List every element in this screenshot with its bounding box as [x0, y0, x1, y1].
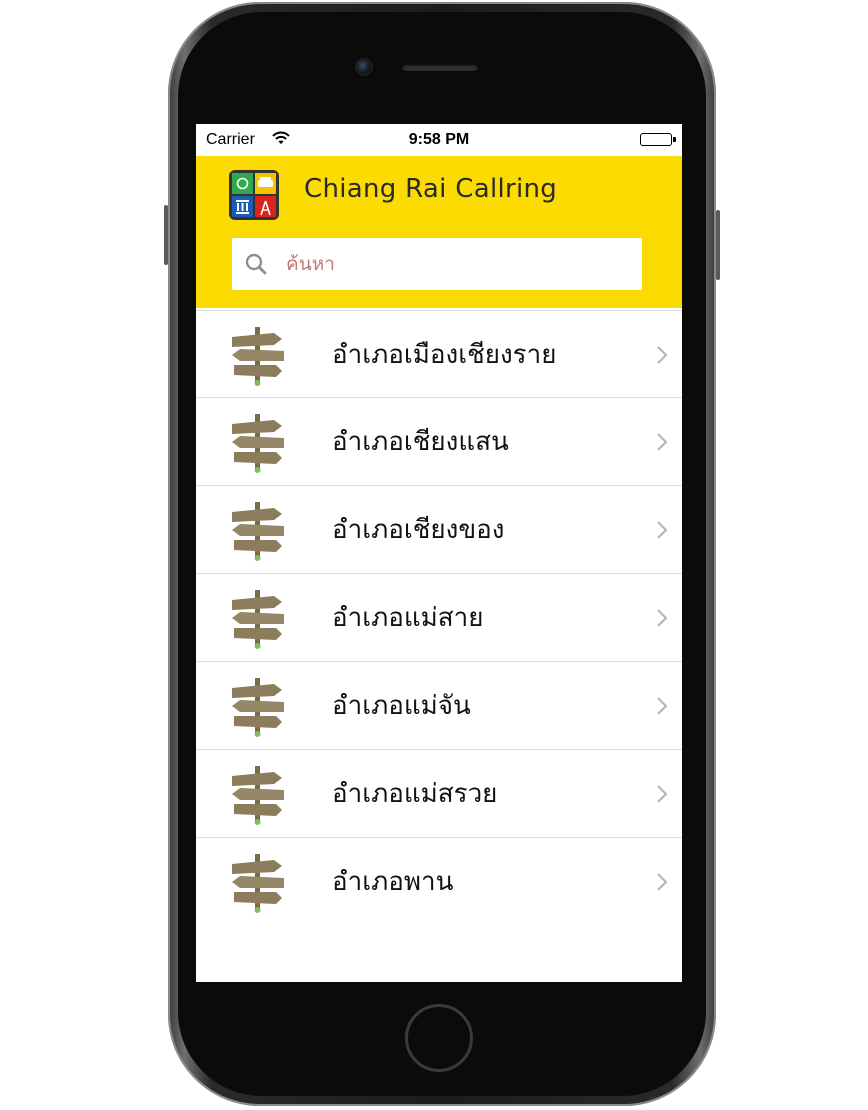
- list-item-district-6[interactable]: อำเภอแม่สรวย: [196, 750, 682, 838]
- earpiece-speaker: [402, 64, 478, 71]
- signpost-icon: [232, 678, 284, 737]
- chevron-right-icon: [657, 697, 668, 715]
- signpost-icon: [232, 502, 284, 561]
- signpost-icon: [232, 854, 284, 913]
- app-title: Chiang Rai Callring: [304, 174, 558, 204]
- signpost-icon: [232, 766, 284, 825]
- battery-icon: [640, 133, 676, 146]
- chevron-right-icon: [657, 609, 668, 627]
- app-screen: Carrier 9:58 PM Chiang Rai Callring ค้นห…: [196, 124, 682, 982]
- search-bar[interactable]: [232, 238, 642, 290]
- power-button: [716, 210, 720, 280]
- district-label: อำเภอเมืองเชียงราย: [332, 340, 557, 370]
- chevron-right-icon: [657, 785, 668, 803]
- district-label: อำเภอแม่สาย: [332, 603, 484, 633]
- search-icon: [245, 253, 267, 275]
- district-label: อำเภอเชียงของ: [332, 515, 505, 545]
- chevron-right-icon: [657, 433, 668, 451]
- app-logo-icon: [229, 170, 279, 220]
- volume-button: [164, 205, 168, 265]
- chevron-right-icon: [657, 873, 668, 891]
- signpost-icon: [232, 590, 284, 649]
- home-button[interactable]: [405, 1004, 473, 1072]
- district-label: อำเภอเชียงแสน: [332, 427, 509, 457]
- district-label: อำเภอแม่สรวย: [332, 779, 498, 809]
- status-time: 9:58 PM: [408, 131, 470, 148]
- district-label: อำเภอแม่จัน: [332, 691, 471, 721]
- list-item-district-3[interactable]: อำเภอเชียงของ: [196, 486, 682, 574]
- app-header: Chiang Rai Callring: [196, 156, 682, 308]
- front-camera: [357, 60, 371, 74]
- list-item-district-7[interactable]: อำเภอพาน: [196, 838, 682, 926]
- list-item-district-2[interactable]: อำเภอเชียงแสน: [196, 398, 682, 486]
- chevron-right-icon: [657, 346, 668, 364]
- district-label: อำเภอพาน: [332, 867, 454, 897]
- signpost-icon: [232, 327, 284, 386]
- list-item-district-1[interactable]: อำเภอเมืองเชียงราย: [196, 310, 682, 398]
- signpost-icon: [232, 414, 284, 473]
- list-item-district-4[interactable]: อำเภอแม่สาย: [196, 574, 682, 662]
- search-input[interactable]: [286, 238, 626, 290]
- status-bar: Carrier 9:58 PM: [196, 124, 682, 156]
- district-list: อำเภอเมืองเชียงราย อำเภอเชียงแสน อำเภอเช…: [196, 310, 682, 926]
- chevron-right-icon: [657, 521, 668, 539]
- list-item-district-5[interactable]: อำเภอแม่จัน: [196, 662, 682, 750]
